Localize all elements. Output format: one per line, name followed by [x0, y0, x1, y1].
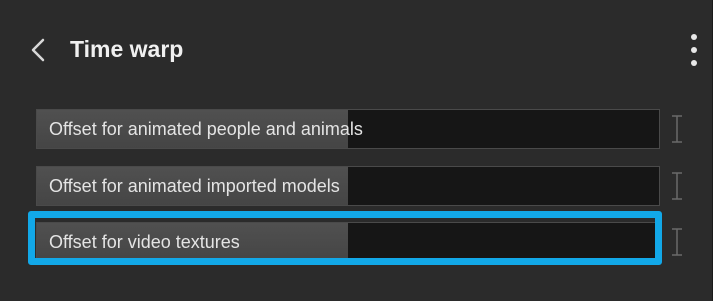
- slider-row-video-textures: Offset for video textures: [36, 222, 660, 262]
- slider-row-imported-models: Offset for animated imported models: [36, 166, 660, 206]
- more-vertical-icon: [691, 34, 697, 40]
- offset-video-textures-slider[interactable]: Offset for video textures: [36, 222, 660, 262]
- more-options-button[interactable]: [682, 32, 706, 68]
- slider-label: Offset for video textures: [49, 232, 240, 252]
- panel-header: Time warp: [0, 0, 712, 100]
- i-beam-icon[interactable]: [670, 166, 684, 206]
- offset-imported-models-slider[interactable]: Offset for animated imported models: [36, 166, 660, 206]
- slider-row-people-animals: Offset for animated people and animals: [36, 109, 660, 149]
- slider-label: Offset for animated people and animals: [49, 119, 363, 139]
- chevron-left-icon: [31, 38, 45, 62]
- panel-title: Time warp: [70, 36, 184, 62]
- time-warp-panel: Time warp Offset for animated people and…: [0, 0, 713, 301]
- i-beam-icon[interactable]: [670, 222, 684, 262]
- slider-label: Offset for animated imported models: [49, 176, 340, 196]
- offset-people-animals-slider[interactable]: Offset for animated people and animals: [36, 109, 660, 149]
- i-beam-icon[interactable]: [670, 109, 684, 149]
- back-button[interactable]: [26, 36, 54, 64]
